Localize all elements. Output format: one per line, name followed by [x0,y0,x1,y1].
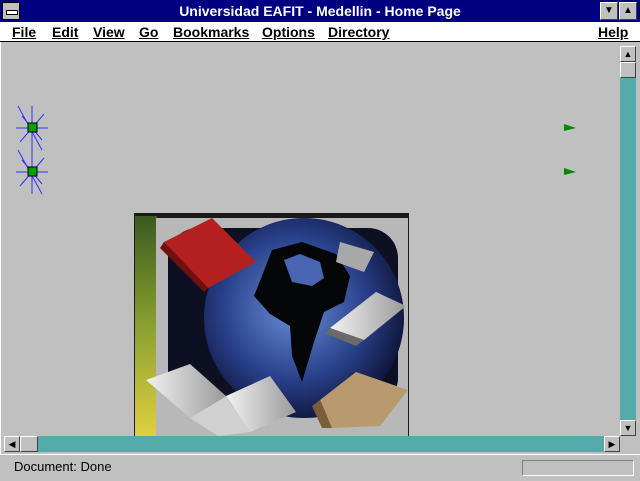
menu-options[interactable]: Options [262,23,315,41]
horizontal-scroll-thumb[interactable] [20,436,38,452]
horizontal-scrollbar[interactable]: ◀ ▶ [4,436,620,452]
arrow-right-icon: ▶ [608,439,616,449]
scrollbar-corner [620,436,636,452]
window-frame-right [636,42,640,454]
scroll-up-button[interactable]: ▲ [620,46,636,62]
vertical-scrollbar[interactable]: ▲ ▼ [620,46,636,436]
progress-indicator [522,460,634,476]
globe-books-image [134,213,409,436]
menu-go[interactable]: Go [139,23,158,41]
arrow-down-icon: ▼ [623,423,633,433]
vertical-scroll-thumb[interactable] [620,62,636,78]
menu-bookmarks[interactable]: Bookmarks [173,23,249,41]
decorative-divider-2 [16,149,576,195]
scroll-right-button[interactable]: ▶ [604,436,620,452]
menu-bar: File Edit View Go Bookmarks Options Dire… [0,22,640,42]
menu-file[interactable]: File [12,23,36,41]
scroll-left-button[interactable]: ◀ [4,436,20,452]
minimize-icon: ▼ [604,5,614,16]
status-bar: Document: Done [0,454,640,481]
minimize-button[interactable]: ▼ [600,2,618,20]
decorative-divider-1 [16,105,576,151]
page-content [4,46,620,436]
menu-edit[interactable]: Edit [52,23,78,41]
maximize-icon: ▲ [623,5,633,16]
menu-view[interactable]: View [93,23,125,41]
scroll-down-button[interactable]: ▼ [620,420,636,436]
maximize-button[interactable]: ▲ [619,2,637,20]
arrow-left-icon: ◀ [8,439,16,449]
page-graphics [16,105,576,436]
status-text: Document: Done [14,459,112,474]
menu-directory[interactable]: Directory [328,23,389,41]
window-title: Universidad EAFIT - Medellin - Home Page [179,3,461,19]
arrow-up-icon: ▲ [623,49,633,59]
title-bar: Universidad EAFIT - Medellin - Home Page… [0,0,640,22]
menu-help[interactable]: Help [598,23,628,41]
